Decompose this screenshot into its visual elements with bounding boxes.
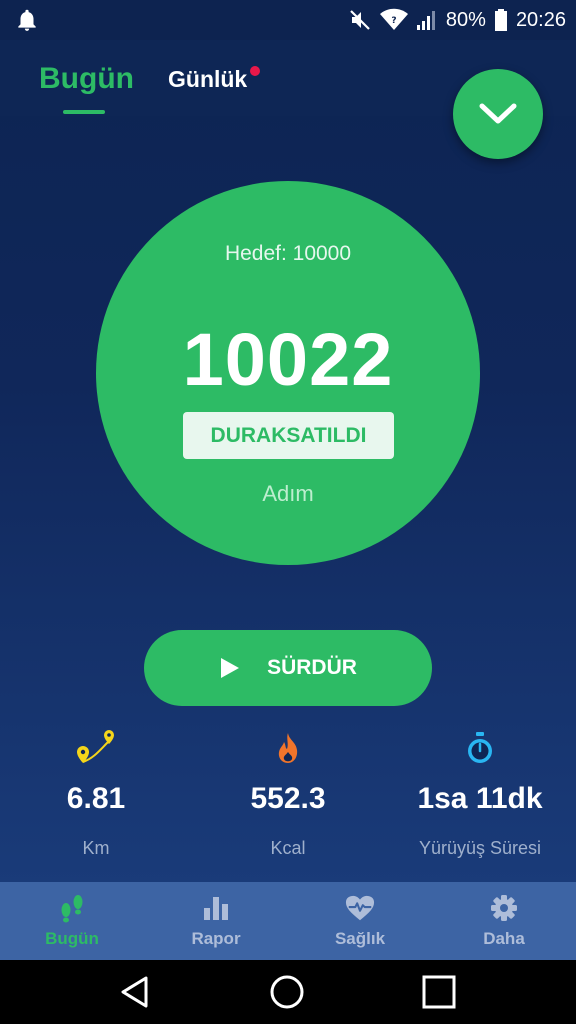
footsteps-icon	[61, 895, 83, 923]
stopwatch-icon	[468, 732, 492, 763]
home-icon[interactable]	[269, 974, 305, 1010]
signal-icon	[416, 11, 435, 30]
back-icon[interactable]	[117, 974, 153, 1010]
step-progress-circle[interactable]: Hedef: 10000 10022 DURAKSATILDI Adım	[96, 181, 480, 565]
flame-icon	[278, 733, 298, 763]
wifi-icon: ?	[379, 8, 408, 30]
gear-icon	[491, 895, 517, 921]
paused-status-badge: DURAKSATILDI	[183, 412, 394, 459]
recents-icon[interactable]	[421, 974, 457, 1010]
bottom-navigation: Bugün Rapor Sağlık Daha	[0, 882, 576, 960]
walk-duration-value: 1sa 11dk	[417, 782, 543, 815]
nav-label-report: Rapor	[191, 929, 241, 948]
stat-walk-duration: 1sa 11dk Yürüyüş Süresi	[384, 728, 576, 859]
nav-item-report[interactable]: Rapor	[144, 882, 288, 960]
tab-daily[interactable]: Günlük	[168, 66, 247, 93]
tab-today[interactable]: Bugün	[39, 62, 134, 96]
expand-button[interactable]	[453, 69, 543, 159]
battery-icon	[494, 9, 507, 31]
nav-item-more[interactable]: Daha	[432, 882, 576, 960]
notification-dot	[250, 66, 260, 76]
step-goal: Hedef: 10000	[224, 242, 352, 265]
status-bar: ? 80% 20:26	[0, 0, 576, 40]
active-tab-indicator	[63, 110, 105, 114]
svg-text:?: ?	[391, 16, 396, 26]
heart-pulse-icon	[345, 895, 375, 921]
resume-button[interactable]: SÜRDÜR	[144, 630, 432, 706]
walk-duration-label: Yürüyüş Süresi	[418, 838, 542, 858]
stat-distance: 6.81 Km	[0, 728, 192, 859]
nav-label-more: Daha	[483, 929, 525, 948]
system-navigation-bar	[0, 960, 576, 1024]
nav-item-health[interactable]: Sağlık	[288, 882, 432, 960]
notification-bell-icon	[18, 9, 36, 31]
clock: 20:26	[515, 8, 566, 31]
app-screen: ? 80% 20:26 Bugün Günlük Hedef: 10000 10…	[0, 0, 576, 960]
calories-value: 552.3	[250, 782, 326, 815]
battery-percent: 80%	[445, 8, 486, 31]
status-icons: ? 80% 20:26	[348, 0, 566, 40]
route-pin-icon	[77, 730, 114, 763]
calories-label: Kcal	[270, 838, 306, 858]
step-unit-label: Adım	[262, 481, 314, 506]
resume-label: SÜRDÜR	[267, 656, 357, 679]
nav-item-today[interactable]: Bugün	[0, 882, 144, 960]
nav-label-today: Bugün	[45, 929, 99, 948]
nav-label-health: Sağlık	[334, 929, 386, 948]
chevron-down-icon	[479, 103, 517, 124]
stat-calories: 552.3 Kcal	[192, 728, 384, 859]
distance-value: 6.81	[66, 782, 126, 815]
play-icon	[221, 658, 240, 678]
bar-chart-icon	[204, 897, 228, 920]
step-count: 10022	[182, 318, 394, 401]
distance-label: Km	[82, 838, 110, 858]
mute-icon	[350, 10, 370, 30]
